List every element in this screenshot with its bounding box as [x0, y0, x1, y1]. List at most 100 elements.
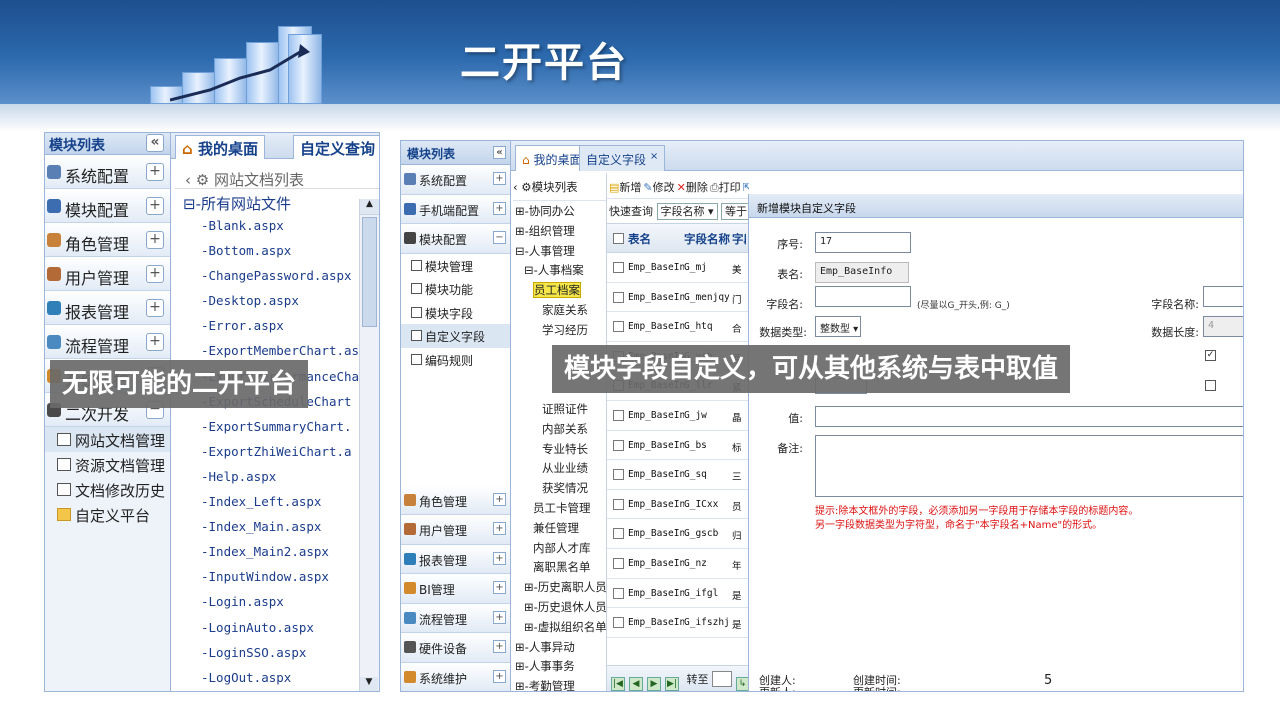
sidebar-item[interactable]: 硬件设备 +: [401, 633, 510, 663]
expand-toggle-icon[interactable]: +: [146, 231, 164, 249]
tree-node[interactable]: 内部关系: [513, 419, 606, 439]
expand-toggle-icon[interactable]: +: [493, 551, 506, 565]
expand-toggle-icon[interactable]: +: [493, 492, 506, 506]
quick-field-select[interactable]: 字段名称 ▾: [656, 203, 718, 220]
expand-toggle-icon[interactable]: +: [146, 265, 164, 283]
file-item[interactable]: -ChangePassword.aspx: [175, 263, 379, 288]
tree-node[interactable]: ⊞-考勤管理: [513, 676, 606, 691]
expand-toggle-icon[interactable]: +: [146, 299, 164, 317]
toolbar-button[interactable]: ⎙打印: [710, 181, 741, 194]
submenu-item[interactable]: 文档修改历史: [45, 477, 170, 502]
collapse-icon[interactable]: «: [493, 146, 506, 159]
tree-node[interactable]: ⊟-人事管理: [513, 241, 606, 261]
submenu-item[interactable]: 模块字段: [401, 301, 510, 325]
table-row[interactable]: Emp_BaseInfoG_menjqy门: [607, 283, 749, 313]
sidebar-item[interactable]: 流程管理 +: [45, 325, 170, 359]
sidebar-item[interactable]: 用户管理 +: [401, 515, 510, 545]
toolbar-button[interactable]: ⇱导出: [743, 181, 749, 194]
file-item[interactable]: -Help.aspx: [175, 464, 379, 489]
tree-node[interactable]: 从业业绩: [513, 458, 606, 478]
toolbar-button[interactable]: ✎修改: [643, 181, 674, 194]
sidebar-item[interactable]: 报表管理 +: [45, 291, 170, 325]
toolbar-button[interactable]: ▤新增: [609, 181, 641, 194]
col-header-field[interactable]: 字段: [732, 231, 746, 247]
file-item[interactable]: -LoginAuto.aspx: [175, 615, 379, 640]
expand-toggle-icon[interactable]: +: [493, 172, 506, 185]
sidebar-item[interactable]: BI管理 +: [401, 574, 510, 604]
tree-node[interactable]: ⊞-人事事务: [513, 656, 606, 676]
row-checkbox[interactable]: [613, 291, 624, 303]
last-page-icon[interactable]: ▶|: [665, 677, 679, 691]
tree-node[interactable]: 专业特长: [513, 439, 606, 459]
table-row[interactable]: Emp_BaseInfoG_gscb 归: [607, 519, 749, 549]
tree-node[interactable]: ⊞-协同办公: [513, 201, 606, 221]
file-item[interactable]: -Index_Main2.aspx: [175, 539, 379, 564]
file-item[interactable]: -Index_Main.aspx: [175, 514, 379, 539]
file-item[interactable]: -LoginSSO.aspx: [175, 640, 379, 665]
file-item[interactable]: -Desktop.aspx: [175, 288, 379, 313]
table-row[interactable]: Emp_BaseInfoG_ICxx 员: [607, 490, 749, 520]
sidebar-item[interactable]: 流程管理 +: [401, 603, 510, 633]
tree-node[interactable]: ⊞-人事异动: [513, 637, 606, 657]
close-icon[interactable]: ×: [650, 151, 658, 162]
file-item[interactable]: -Index_Left.aspx: [175, 489, 379, 514]
row-checkbox[interactable]: [613, 321, 624, 333]
value-input[interactable]: [815, 406, 1243, 427]
scroll-down-icon[interactable]: ▼: [360, 677, 378, 691]
seq-input[interactable]: 17: [815, 232, 911, 253]
col-header-field-name[interactable]: 字段名称: [684, 231, 732, 247]
expand-toggle-icon[interactable]: +: [493, 201, 506, 215]
sidebar-item[interactable]: 手机端配置 +: [401, 194, 510, 224]
sidebar-item[interactable]: 角色管理 +: [45, 223, 170, 257]
file-item[interactable]: -Bottom.aspx: [175, 238, 379, 263]
submenu-item[interactable]: 模块功能: [401, 277, 510, 301]
prev-page-icon[interactable]: ◀: [629, 677, 643, 691]
file-item[interactable]: -ExportSummaryChart.: [175, 414, 379, 439]
next-page-icon[interactable]: ▶: [647, 677, 661, 691]
field-input[interactable]: [815, 286, 911, 307]
tree-node[interactable]: ⊞-历史离职人员: [513, 577, 606, 597]
select-all-checkbox[interactable]: [613, 233, 624, 244]
tree-node[interactable]: 兼任管理: [513, 518, 606, 538]
goto-page-input[interactable]: [712, 671, 732, 687]
expand-toggle-icon[interactable]: +: [146, 333, 164, 351]
sidebar-item[interactable]: 用户管理 +: [45, 257, 170, 291]
tab-my-desktop[interactable]: ⌂ 我的桌面: [515, 145, 589, 171]
row-checkbox[interactable]: [613, 409, 624, 421]
option-checkbox[interactable]: [1205, 380, 1216, 391]
expand-toggle-icon[interactable]: +: [493, 522, 506, 535]
tree-node[interactable]: 员工卡管理: [513, 498, 606, 518]
tree-node[interactable]: ⊞-虚拟组织名单: [513, 617, 606, 637]
expand-toggle-icon[interactable]: +: [146, 197, 164, 215]
type-select[interactable]: 整数型 ▾: [815, 316, 861, 337]
row-checkbox[interactable]: [613, 528, 624, 540]
toolbar-button[interactable]: ✕删除: [677, 181, 708, 194]
name-input[interactable]: [1203, 286, 1243, 307]
table-row[interactable]: Emp_BaseInfoG_mj 美: [607, 253, 749, 283]
length-input[interactable]: 4: [1203, 316, 1243, 337]
table-row[interactable]: Emp_BaseInfoG_jw 晶: [607, 401, 749, 431]
expand-toggle-icon[interactable]: +: [146, 163, 164, 181]
scroll-thumb[interactable]: [362, 217, 377, 327]
tree-node[interactable]: ⊞-历史退休人员: [513, 597, 606, 617]
submenu-item[interactable]: 自定义平台: [45, 502, 170, 527]
tree-node[interactable]: 学习经历: [513, 320, 606, 340]
expand-toggle-icon[interactable]: +: [493, 669, 506, 683]
row-checkbox[interactable]: [613, 262, 624, 273]
submenu-item[interactable]: 自定义字段: [401, 324, 510, 348]
sidebar-item[interactable]: 系统配置 +: [45, 155, 170, 189]
sidebar-item[interactable]: 报表管理 +: [401, 544, 510, 574]
row-checkbox[interactable]: [613, 617, 624, 629]
tree-node[interactable]: ⊟-人事档案: [513, 260, 606, 280]
submenu-item[interactable]: 资源文档管理: [45, 452, 170, 477]
tab-custom-query[interactable]: 自定义查询: [293, 135, 379, 159]
collapse-icon[interactable]: «: [146, 134, 164, 152]
file-item[interactable]: -Login.aspx: [175, 589, 379, 614]
tree-node[interactable]: 离职黑名单: [513, 557, 606, 577]
submenu-item[interactable]: 编码规则: [401, 348, 510, 372]
tree-node[interactable]: 内部人才库: [513, 538, 606, 558]
scroll-up-icon[interactable]: ▲: [360, 199, 379, 215]
table-row[interactable]: Emp_BaseInfoG_sq 三: [607, 460, 749, 490]
row-checkbox[interactable]: [613, 469, 624, 481]
table-row[interactable]: Emp_BaseInfoG_bs 标: [607, 431, 749, 461]
